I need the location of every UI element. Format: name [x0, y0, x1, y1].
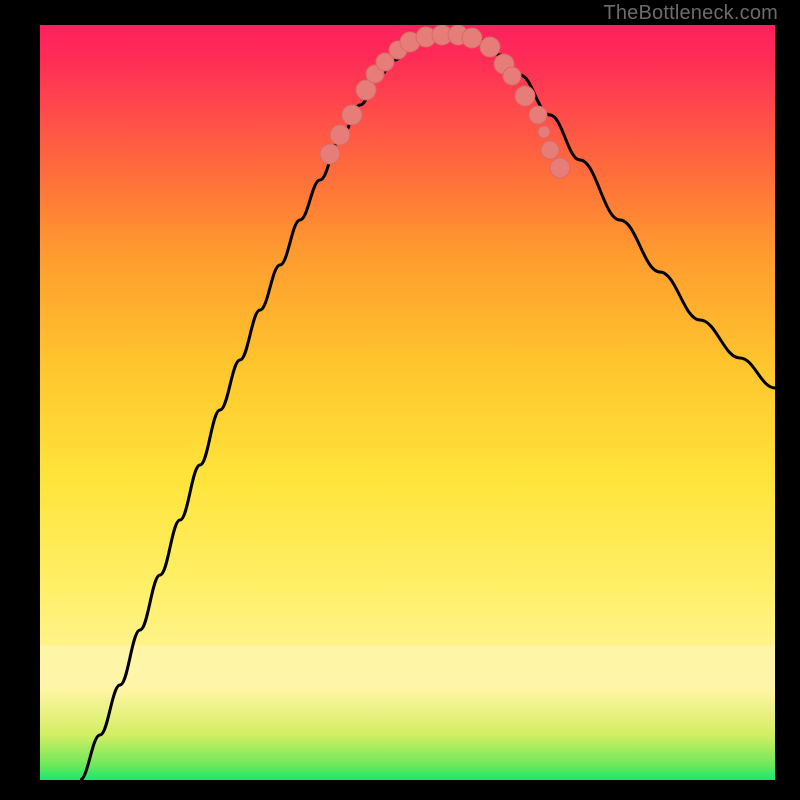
curve-layer: [40, 25, 775, 780]
data-marker: [529, 106, 547, 124]
data-marker: [550, 158, 570, 178]
data-marker: [342, 105, 362, 125]
watermark-text: TheBottleneck.com: [603, 2, 778, 25]
data-marker: [320, 144, 340, 164]
bottleneck-curve: [80, 35, 775, 780]
data-marker: [462, 28, 482, 48]
data-marker: [330, 125, 350, 145]
data-marker: [515, 86, 535, 106]
data-marker: [538, 126, 550, 138]
data-marker: [480, 37, 500, 57]
plot-area: [40, 25, 775, 780]
data-marker: [541, 141, 559, 159]
data-marker: [503, 67, 521, 85]
chart-stage: TheBottleneck.com: [0, 0, 800, 800]
